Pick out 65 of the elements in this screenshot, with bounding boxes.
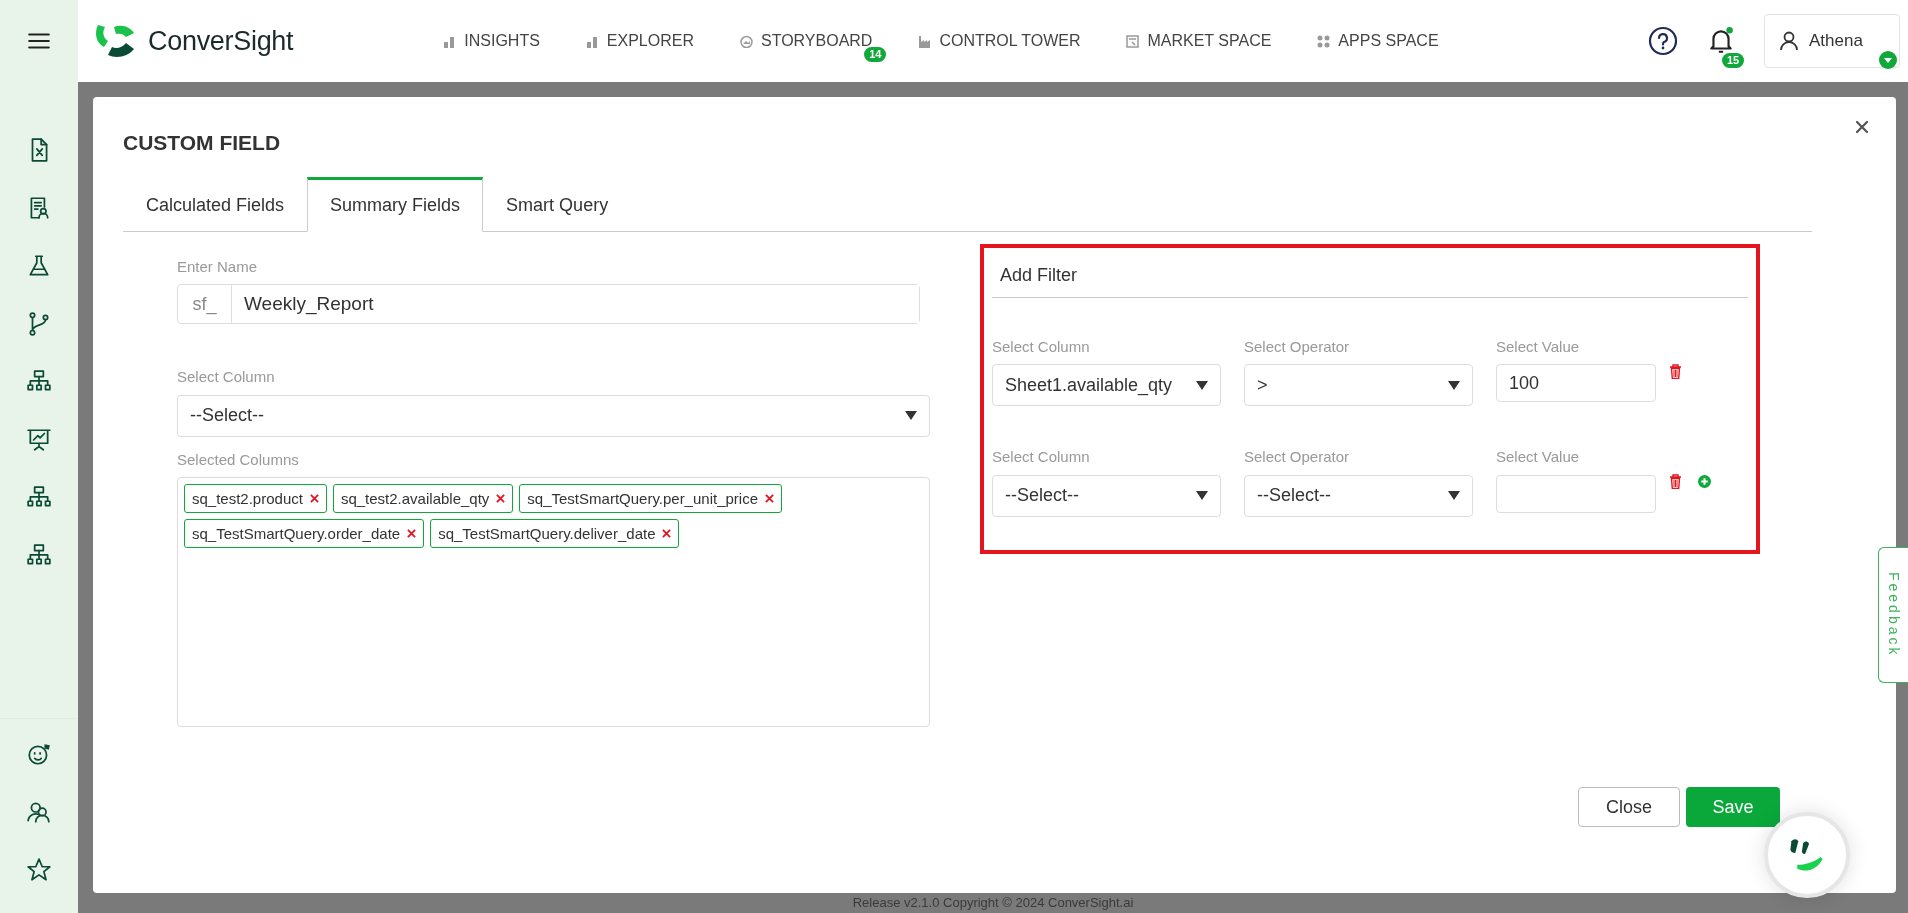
field-label: Select Operator bbox=[1244, 336, 1351, 357]
field-label: Enter Name bbox=[177, 256, 259, 277]
tab[interactable]: Smart Query bbox=[483, 176, 632, 232]
name-field[interactable]: sf_ Weekly_Report bbox=[177, 284, 920, 324]
field-label: Select Value bbox=[1496, 336, 1581, 357]
smiley-icon[interactable] bbox=[26, 741, 52, 767]
footer-text: Release v2.1.0 Copyright © 2024 ConverSight.ai bbox=[851, 893, 1135, 912]
nav-link[interactable]: APPS SPACE bbox=[1317, 29, 1439, 53]
column-dropdown[interactable]: Sheet1.available_qty bbox=[992, 364, 1221, 406]
remove-icon[interactable] bbox=[765, 494, 774, 503]
remove-icon[interactable] bbox=[309, 494, 319, 503]
tab[interactable]: Calculated Fields bbox=[123, 176, 308, 232]
add-icon[interactable] bbox=[1698, 474, 1711, 489]
close-icon[interactable] bbox=[1854, 119, 1870, 135]
operator-dropdown[interactable]: --Select-- bbox=[1244, 474, 1473, 517]
delete-icon[interactable] bbox=[1669, 474, 1682, 489]
presentation-icon[interactable] bbox=[26, 427, 52, 453]
tag-label: sq_test2.available_qty bbox=[340, 491, 490, 506]
nav-link[interactable]: MARKET SPACE bbox=[1126, 29, 1272, 53]
remove-icon[interactable] bbox=[407, 529, 417, 538]
field-label: Selected Columns bbox=[177, 449, 300, 470]
caret-icon bbox=[1196, 491, 1208, 500]
dropdown-icon bbox=[1879, 51, 1897, 69]
field-label: Select Column bbox=[992, 336, 1091, 357]
branch-icon[interactable] bbox=[26, 311, 52, 337]
caret-icon bbox=[1448, 491, 1460, 500]
dashboard-icon bbox=[740, 34, 753, 48]
user-menu-button[interactable]: Athena bbox=[1764, 14, 1900, 68]
tag-label: sq_TestSmartQuery.deliver_date bbox=[438, 526, 656, 541]
field-label: Select Column bbox=[992, 447, 1091, 467]
nav-link[interactable]: INSIGHTS bbox=[443, 29, 540, 53]
notification-bell-icon[interactable] bbox=[1708, 27, 1734, 55]
bar-chart-icon bbox=[585, 34, 599, 48]
remove-icon[interactable] bbox=[662, 529, 672, 538]
user-icon bbox=[1777, 29, 1801, 53]
star-icon[interactable] bbox=[26, 857, 52, 883]
grid-icon bbox=[1317, 34, 1331, 48]
nav-link[interactable]: EXPLORER bbox=[585, 29, 694, 53]
caret-icon bbox=[1448, 380, 1460, 390]
tag-label: sq_TestSmartQuery.order_date bbox=[192, 526, 401, 541]
factory-icon bbox=[918, 34, 932, 48]
operator-dropdown[interactable]: > bbox=[1244, 364, 1473, 406]
help-icon[interactable] bbox=[1648, 26, 1678, 56]
value-field[interactable] bbox=[1496, 474, 1656, 513]
value-field[interactable]: 100 bbox=[1496, 364, 1656, 402]
tab[interactable]: Summary Fields bbox=[307, 176, 484, 232]
bar-chart-icon bbox=[443, 34, 457, 48]
caret-icon bbox=[1196, 380, 1208, 390]
caret-icon bbox=[905, 411, 917, 420]
column-dropdown[interactable]: --Select-- bbox=[992, 474, 1221, 517]
count-badge: 15 bbox=[1722, 53, 1745, 68]
remove-icon[interactable] bbox=[496, 494, 506, 503]
field-label: Select Operator bbox=[1244, 447, 1351, 467]
close-button[interactable]: Close bbox=[1578, 787, 1680, 827]
tag-label: sq_TestSmartQuery.per_unit_price bbox=[527, 491, 758, 506]
logo-text: ConverSight bbox=[148, 24, 294, 58]
field-label: Select Column bbox=[177, 367, 276, 387]
field-label: Select Value bbox=[1496, 447, 1581, 467]
tag-label: sq_test2.product bbox=[192, 491, 303, 506]
section-title: Add Filter bbox=[992, 255, 1748, 298]
delete-icon[interactable] bbox=[1669, 363, 1682, 379]
count-badge: 14 bbox=[864, 47, 887, 62]
column-dropdown[interactable]: --Select-- bbox=[177, 394, 930, 437]
nav-link[interactable]: CONTROL TOWER bbox=[918, 29, 1081, 53]
modal-title: CUSTOM FIELD bbox=[123, 130, 282, 156]
